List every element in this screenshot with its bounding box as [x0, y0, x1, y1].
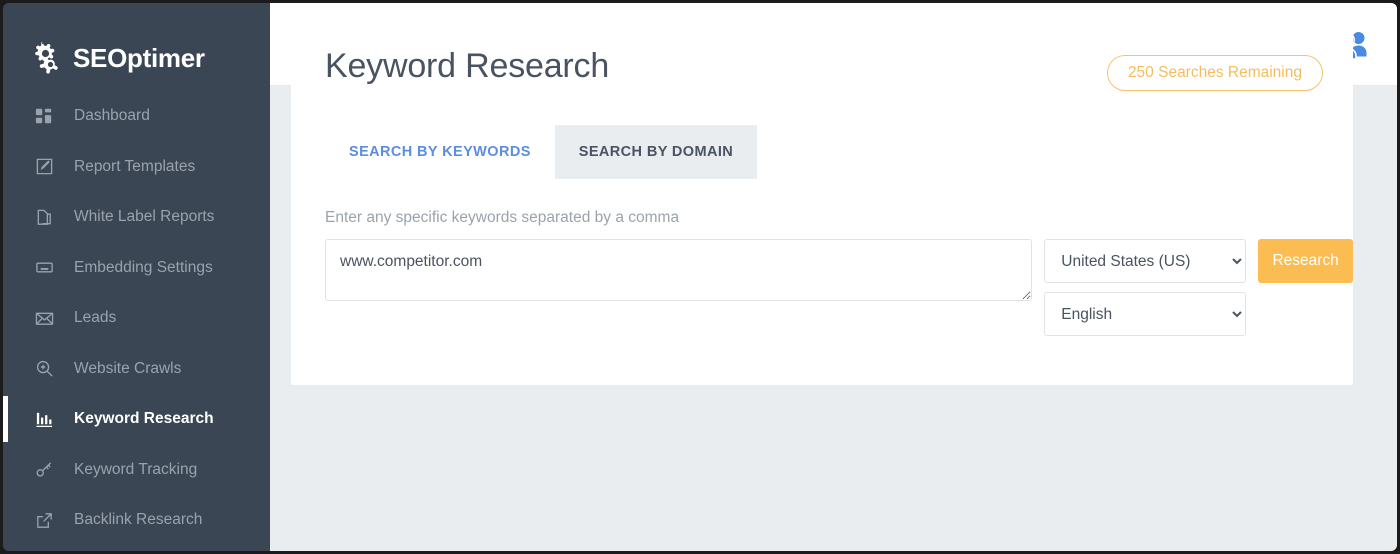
sidebar: SEOptimer Dashboard — [3, 3, 270, 551]
sidebar-item-leads[interactable]: Leads — [3, 293, 270, 344]
keywords-textarea[interactable] — [325, 239, 1032, 301]
searches-remaining-badge: 250 Searches Remaining — [1107, 55, 1323, 91]
search-mode-tabs: SEARCH BY KEYWORDS SEARCH BY DOMAIN — [325, 125, 1353, 179]
magnifier-plus-icon — [33, 358, 55, 380]
card-header: Keyword Research 250 Searches Remaining — [291, 20, 1353, 91]
key-icon — [33, 459, 55, 481]
sidebar-item-keyword-tracking[interactable]: Keyword Tracking — [3, 445, 270, 496]
sidebar-item-label: Embedding Settings — [74, 259, 213, 277]
pencil-square-icon — [33, 156, 55, 178]
grid-icon — [33, 105, 55, 127]
sidebar-nav: Dashboard Report Templates — [3, 91, 270, 546]
sidebar-item-label: Dashboard — [74, 107, 150, 125]
tab-search-by-domain[interactable]: SEARCH BY DOMAIN — [555, 125, 757, 179]
sidebar-item-label: Keyword Tracking — [74, 461, 197, 479]
sidebar-item-label: White Label Reports — [74, 208, 214, 226]
research-button[interactable]: Research — [1258, 239, 1353, 283]
keyword-research-card: Keyword Research 250 Searches Remaining … — [291, 20, 1353, 385]
page-title: Keyword Research — [325, 47, 609, 86]
sidebar-item-embedding-settings[interactable]: Embedding Settings — [3, 243, 270, 294]
search-form: Enter any specific keywords separated by… — [291, 179, 1353, 336]
documents-icon — [33, 206, 55, 228]
language-select[interactable]: English — [1044, 292, 1246, 336]
main-area: Quick Audit Help — [270, 3, 1397, 551]
window-icon — [33, 257, 55, 279]
sidebar-item-label: Website Crawls — [74, 360, 181, 378]
sidebar-item-label: Backlink Research — [74, 511, 202, 529]
sidebar-item-keyword-research[interactable]: Keyword Research — [3, 394, 270, 445]
sidebar-item-white-label-reports[interactable]: White Label Reports — [3, 192, 270, 243]
sidebar-item-backlink-research[interactable]: Backlink Research — [3, 495, 270, 546]
sidebar-item-label: Leads — [74, 309, 116, 327]
sidebar-item-label: Keyword Research — [74, 410, 214, 428]
keywords-field-label: Enter any specific keywords separated by… — [325, 209, 1353, 227]
sidebar-item-dashboard[interactable]: Dashboard — [3, 91, 270, 142]
sidebar-item-label: Report Templates — [74, 158, 195, 176]
brand-logo-block[interactable]: SEOptimer — [3, 3, 270, 89]
envelope-icon — [33, 307, 55, 329]
external-link-icon — [33, 509, 55, 531]
gear-logo-icon — [29, 41, 63, 75]
bar-chart-icon — [33, 408, 55, 430]
app-window: SEOptimer Dashboard — [0, 0, 1400, 554]
country-select[interactable]: United States (US) — [1044, 239, 1246, 283]
select-group: United States (US) English — [1044, 239, 1246, 336]
tab-search-by-keywords[interactable]: SEARCH BY KEYWORDS — [325, 125, 555, 179]
sidebar-item-report-templates[interactable]: Report Templates — [3, 142, 270, 193]
form-row: United States (US) English Research — [325, 239, 1353, 336]
sidebar-item-website-crawls[interactable]: Website Crawls — [3, 344, 270, 395]
brand-name: SEOptimer — [73, 43, 205, 74]
